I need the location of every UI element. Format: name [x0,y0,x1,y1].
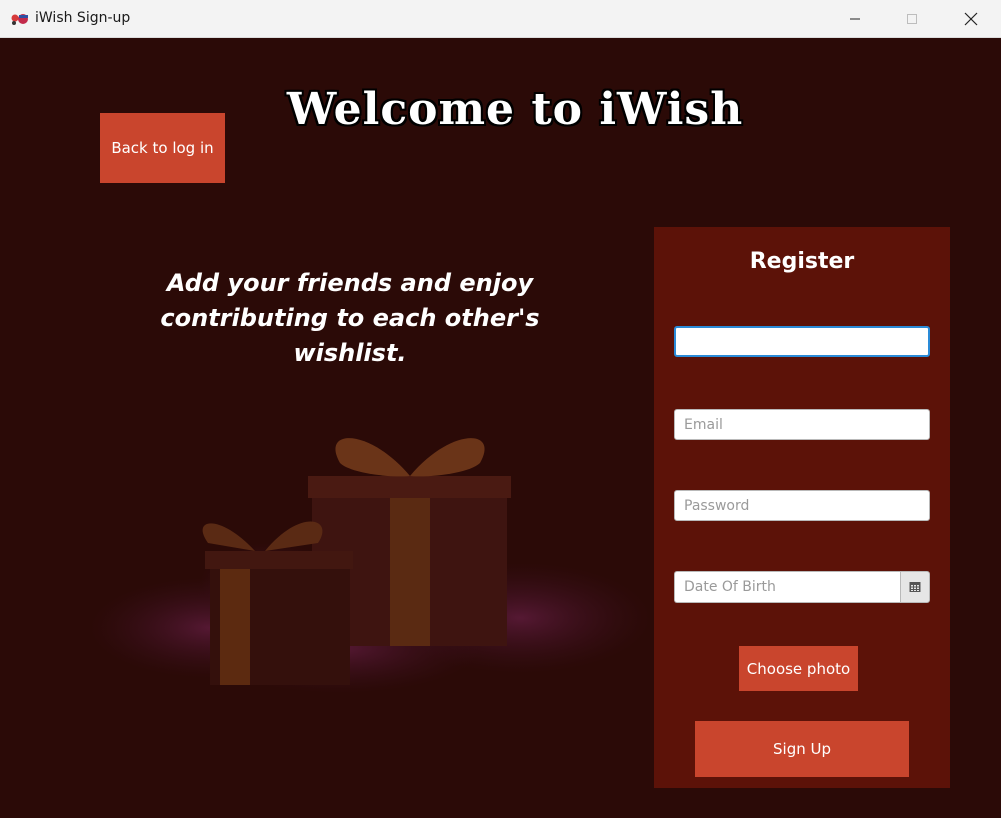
maximize-icon [907,14,917,24]
window-titlebar: iWish Sign-up [0,0,1001,38]
tagline: Add your friends and enjoy contributing … [100,266,600,371]
window-title: iWish Sign-up [35,10,131,26]
email-field[interactable] [674,409,930,440]
back-to-login-button[interactable]: Back to log in [100,113,225,183]
signup-page: Welcome to iWish Back to log in Add your… [0,38,1001,818]
close-button[interactable] [942,0,1000,38]
tagline-line-1: Add your friends and enjoy [166,269,534,297]
iwish-logo-icon [11,14,28,25]
choose-photo-button[interactable]: Choose photo [739,646,858,691]
close-icon [964,12,978,26]
date-of-birth-field[interactable] [674,571,900,603]
calendar-icon [909,582,921,592]
minimize-icon [850,18,860,20]
date-of-birth-picker [674,571,930,603]
gift-boxes-illustration [90,438,650,693]
calendar-button[interactable] [900,571,930,603]
minimize-button[interactable] [826,0,884,38]
name-field[interactable] [674,326,930,357]
tagline-line-2: contributing to each other's wishlist. [160,304,540,367]
password-field[interactable] [674,490,930,521]
register-title: Register [749,249,855,274]
maximize-button[interactable] [883,0,941,38]
sign-up-button[interactable]: Sign Up [695,721,909,777]
register-panel: Register Choose photo Sign Up [654,227,950,788]
